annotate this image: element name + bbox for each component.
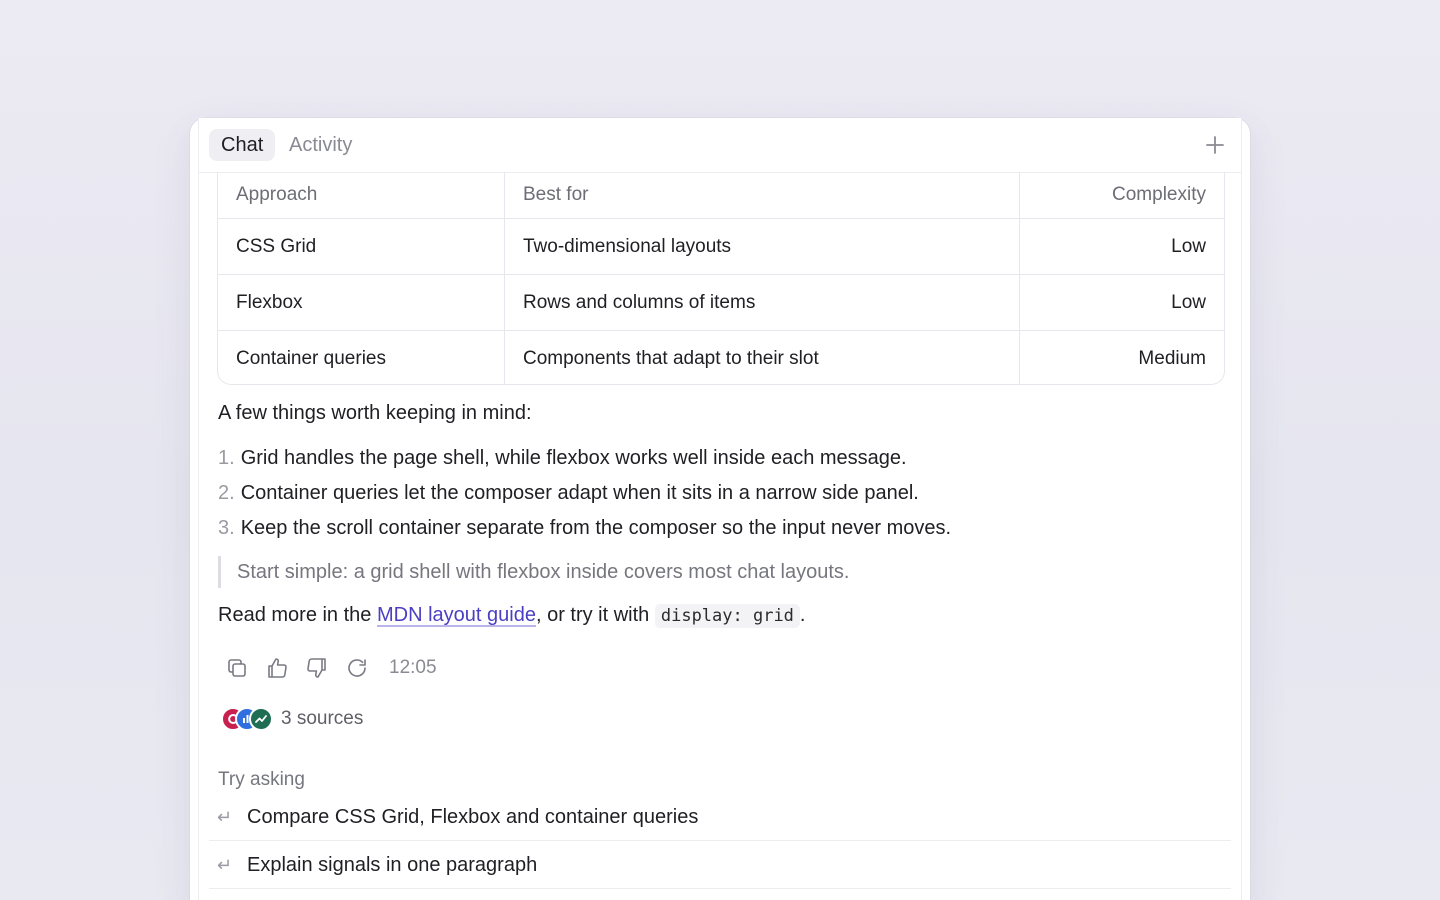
sources-label: 3 sources <box>281 708 364 729</box>
copy-button[interactable] <box>223 654 251 682</box>
column-header-approach: Approach <box>218 172 505 219</box>
table-row: Flexbox Rows and columns of items Low <box>218 274 1224 331</box>
table-cell: CSS Grid <box>218 218 505 275</box>
thumbs-up-button[interactable] <box>263 654 291 682</box>
thumbs-up-icon <box>268 658 287 678</box>
table-cell: Low <box>1019 274 1224 331</box>
regenerate-button[interactable] <box>343 654 371 682</box>
tab-bar: Chat Activity <box>199 118 1241 173</box>
table-row: CSS Grid Two-dimensional layouts Low <box>218 218 1224 275</box>
list-text: Container queries let the composer adapt… <box>240 482 919 504</box>
list-item: 3. Keep the scroll container separate fro… <box>218 514 951 549</box>
mdn-layout-guide-link[interactable]: MDN layout guide <box>377 604 536 626</box>
try-asking-heading: Try asking <box>218 769 305 790</box>
suggestion-item[interactable]: ↵ Explain signals in one paragraph <box>209 842 1231 889</box>
list-text: Grid handles the page shell, while flexb… <box>240 447 907 469</box>
table-cell: Two-dimensional layouts <box>504 218 1020 275</box>
copy-icon <box>228 659 246 677</box>
suggestion-item[interactable]: ↵ Compare CSS Grid, Flexbox and containe… <box>209 794 1231 841</box>
chat-panel: Chat Activity Approach Best for Complexi… <box>190 118 1250 900</box>
table-row: Container queries Components that adapt … <box>218 330 1224 384</box>
table-cell: Low <box>1019 218 1224 275</box>
plus-icon <box>1206 136 1224 154</box>
inline-code: display: grid <box>654 604 800 628</box>
new-tab-button[interactable] <box>1203 133 1227 157</box>
chat-panel-inner: Chat Activity Approach Best for Complexi… <box>198 118 1242 900</box>
message-timestamp: 12:05 <box>389 657 437 678</box>
thumbs-down-button[interactable] <box>303 654 331 682</box>
list-text: Keep the scroll container separate from … <box>240 517 952 539</box>
regenerate-icon <box>348 659 366 677</box>
list-number: 1. <box>218 447 235 469</box>
message-actions: 12:05 <box>223 654 437 682</box>
table-cell: Container queries <box>218 330 505 384</box>
comparison-table: Approach Best for Complexity CSS Grid Tw… <box>217 172 1225 385</box>
message-intro: A few things worth keeping in mind: <box>218 402 532 424</box>
suggestion-text: Explain signals in one paragraph <box>247 853 538 876</box>
thumbs-down-icon <box>307 658 326 678</box>
suggestion-text: Compare CSS Grid, Flexbox and container … <box>247 805 699 828</box>
blockquote: Start simple: a grid shell with flexbox … <box>218 556 849 588</box>
column-header-best-for: Best for <box>504 172 1020 219</box>
tab-activity[interactable]: Activity <box>277 129 364 161</box>
list-item: 1. Grid handles the page shell, while fle… <box>218 444 951 479</box>
list-number: 2. <box>218 482 235 504</box>
list-item: 2. Container queries let the composer ada… <box>218 479 951 514</box>
read-more-line: Read more in the MDN layout guide, or tr… <box>218 604 806 628</box>
source-favicon-3 <box>249 707 273 731</box>
source-trend-icon <box>255 715 267 723</box>
tab-chat[interactable]: Chat <box>209 129 276 161</box>
tips-list: 1. Grid handles the page shell, while fle… <box>218 444 951 549</box>
read-more-suffix: . <box>799 604 806 626</box>
table-cell: Components that adapt to their slot <box>504 330 1020 384</box>
sources-button[interactable]: 3 sources <box>221 706 363 732</box>
table-cell: Rows and columns of items <box>504 274 1020 331</box>
table-cell: Flexbox <box>218 274 505 331</box>
table-cell: Medium <box>1138 347 1206 369</box>
read-more-prefix: Read more in the <box>218 604 377 626</box>
read-more-middle: , or try it with <box>535 604 655 626</box>
list-number: 3. <box>218 517 235 539</box>
return-arrow-icon: ↵ <box>217 854 233 875</box>
column-header-complexity: Complexity <box>1019 172 1224 219</box>
table-header-row: Approach Best for Complexity <box>218 172 1224 219</box>
return-arrow-icon: ↵ <box>217 806 233 827</box>
